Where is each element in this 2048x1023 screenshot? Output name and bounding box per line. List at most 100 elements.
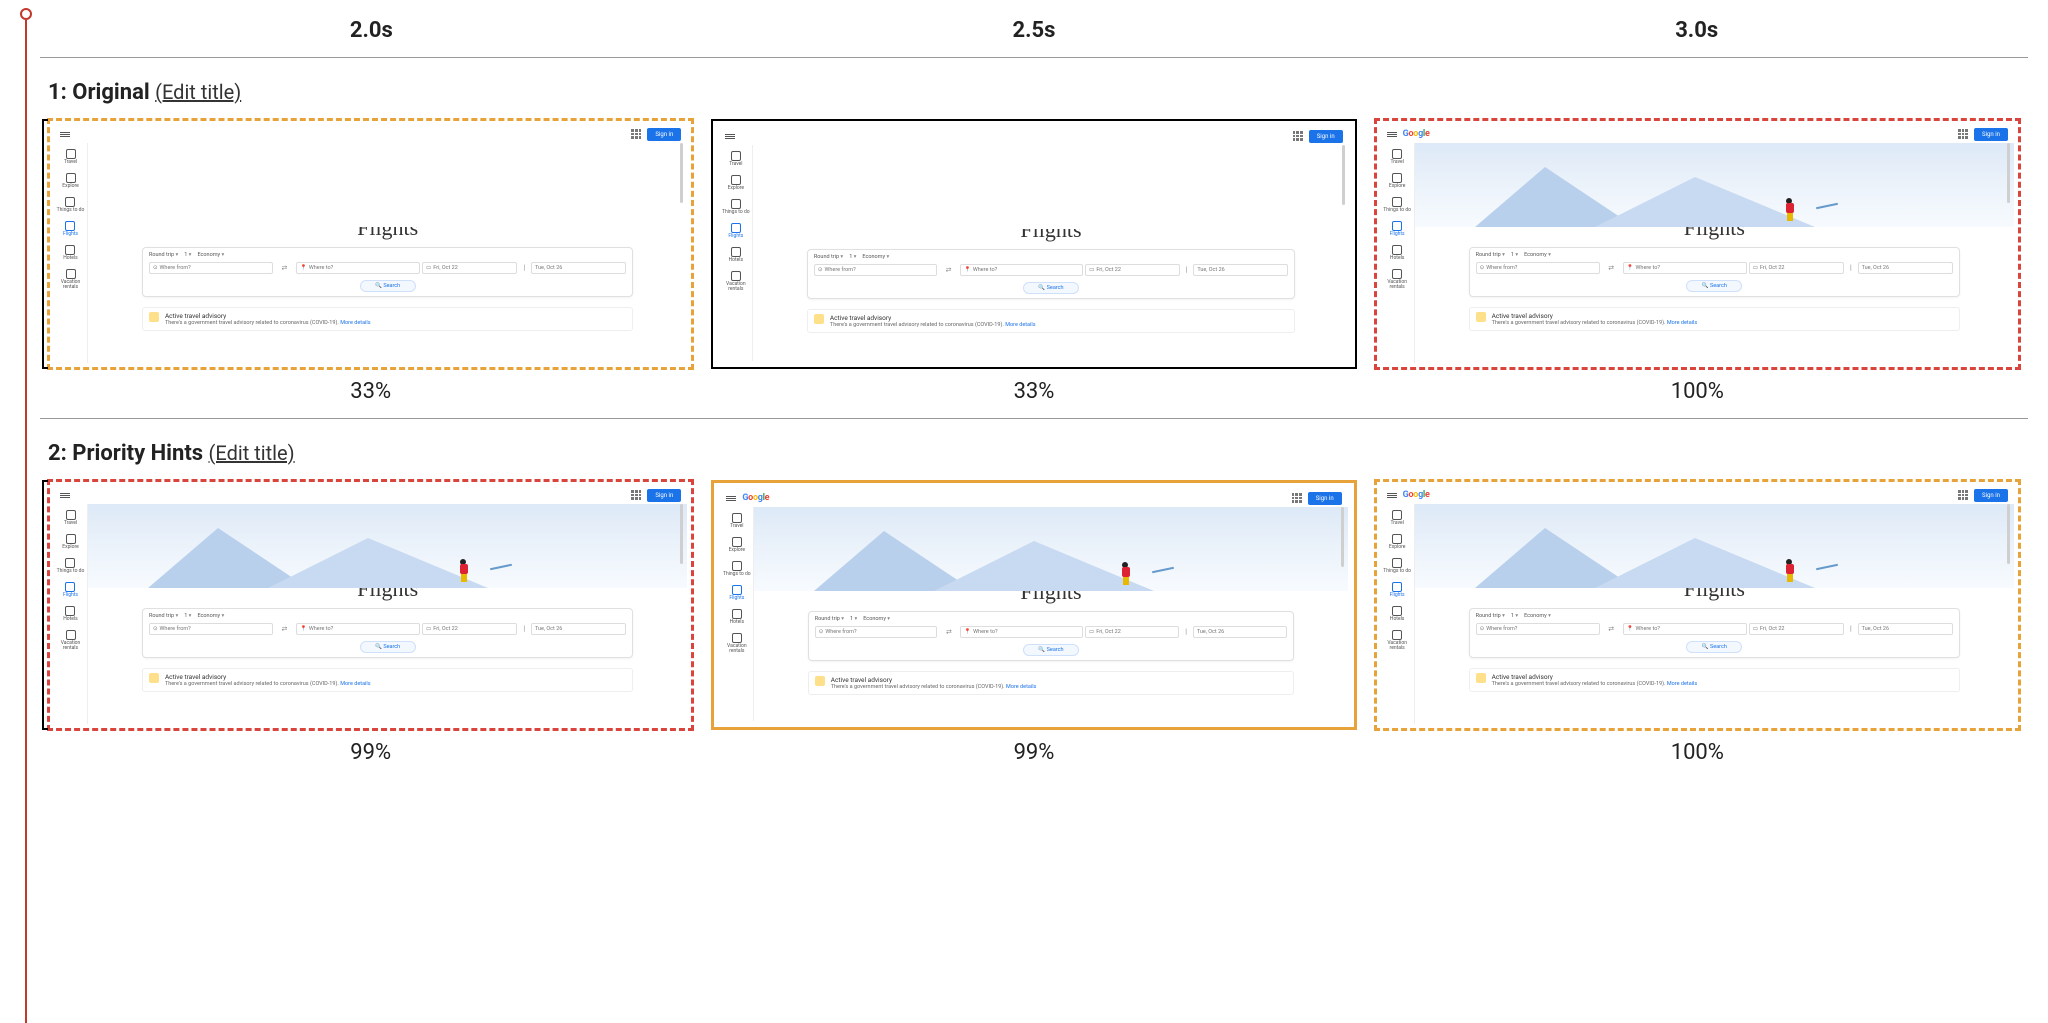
sidebar-item[interactable]: Explore xyxy=(729,537,746,553)
return-date-input[interactable]: Tue, Oct 26 xyxy=(1193,626,1287,638)
trip-type-select[interactable]: Round trip xyxy=(1476,613,1505,619)
screenshot-thumbnail[interactable]: Google Sign in TravelExploreThings to do… xyxy=(1375,119,2020,369)
scrollbar[interactable] xyxy=(1342,145,1345,205)
sidebar-item[interactable]: Hotels xyxy=(1390,606,1405,622)
where-from-input[interactable]: ⊙ Where from? xyxy=(815,626,938,638)
sidebar-item[interactable]: Flights xyxy=(63,582,78,598)
search-button[interactable]: 🔍 Search xyxy=(360,641,416,653)
depart-date-input[interactable]: ▭ Fri, Oct 22 xyxy=(1749,623,1844,635)
apps-grid-icon[interactable] xyxy=(631,129,641,139)
advisory-link[interactable]: More details xyxy=(1667,681,1697,687)
where-from-input[interactable]: ⊙ Where from? xyxy=(149,623,273,635)
hamburger-icon[interactable] xyxy=(60,132,70,137)
passengers-select[interactable]: 1 xyxy=(849,254,856,260)
hamburger-icon[interactable] xyxy=(725,134,735,139)
swap-icon[interactable]: ⇄ xyxy=(939,626,958,638)
search-button[interactable]: 🔍 Search xyxy=(1023,282,1079,294)
sign-in-button[interactable]: Sign in xyxy=(1974,489,2008,502)
search-button[interactable]: 🔍 Search xyxy=(1023,644,1079,656)
sidebar-item[interactable]: Vacation rentals xyxy=(1383,269,1412,290)
sign-in-button[interactable]: Sign in xyxy=(647,489,681,502)
sidebar-item[interactable]: Things to do xyxy=(57,558,85,574)
cabin-select[interactable]: Economy xyxy=(1524,252,1551,258)
sidebar-item[interactable]: Explore xyxy=(62,534,79,550)
sidebar-item[interactable]: Hotels xyxy=(63,245,78,261)
apps-grid-icon[interactable] xyxy=(1958,490,1968,500)
cabin-select[interactable]: Economy xyxy=(197,613,224,619)
trip-type-select[interactable]: Round trip xyxy=(815,616,844,622)
return-date-input[interactable]: Tue, Oct 26 xyxy=(1858,623,1953,635)
sidebar-item[interactable]: Flights xyxy=(1390,582,1405,598)
cabin-select[interactable]: Economy xyxy=(1524,613,1551,619)
where-to-input[interactable]: 📍 Where to? xyxy=(960,264,1083,276)
swap-icon[interactable]: ⇄ xyxy=(275,623,294,635)
sidebar-item[interactable]: Travel xyxy=(1390,149,1403,165)
sidebar-item[interactable]: Things to do xyxy=(1383,197,1411,213)
depart-date-input[interactable]: ▭ Fri, Oct 22 xyxy=(1749,262,1844,274)
cabin-select[interactable]: Economy xyxy=(862,254,889,260)
depart-date-input[interactable]: ▭ Fri, Oct 22 xyxy=(1085,264,1180,276)
trip-type-select[interactable]: Round trip xyxy=(814,254,843,260)
apps-grid-icon[interactable] xyxy=(631,490,641,500)
sidebar-item[interactable]: Flights xyxy=(1390,221,1405,237)
sidebar-item[interactable]: Vacation rentals xyxy=(56,269,85,290)
sidebar-item[interactable]: Vacation rentals xyxy=(1383,630,1412,651)
swap-icon[interactable]: ⇄ xyxy=(1602,623,1621,635)
sidebar-item[interactable]: Explore xyxy=(1389,534,1406,550)
sidebar-item[interactable]: Flights xyxy=(729,585,744,601)
advisory-link[interactable]: More details xyxy=(1006,684,1036,690)
advisory-link[interactable]: More details xyxy=(340,681,370,687)
advisory-link[interactable]: More details xyxy=(340,320,370,326)
return-date-input[interactable]: Tue, Oct 26 xyxy=(531,623,626,635)
sidebar-item[interactable]: Travel xyxy=(64,149,77,165)
cabin-select[interactable]: Economy xyxy=(197,252,224,258)
where-from-input[interactable]: ⊙ Where from? xyxy=(1476,262,1600,274)
sidebar-item[interactable]: Explore xyxy=(1389,173,1406,189)
sidebar-item[interactable]: Flights xyxy=(63,221,78,237)
passengers-select[interactable]: 1 xyxy=(184,252,191,258)
trip-type-select[interactable]: Round trip xyxy=(149,252,178,258)
sidebar-item[interactable]: Things to do xyxy=(723,561,751,577)
trip-type-select[interactable]: Round trip xyxy=(149,613,178,619)
sidebar-item[interactable]: Hotels xyxy=(730,609,745,625)
where-to-input[interactable]: 📍 Where to? xyxy=(1623,262,1747,274)
apps-grid-icon[interactable] xyxy=(1292,493,1302,503)
sidebar-item[interactable]: Hotels xyxy=(63,606,78,622)
where-from-input[interactable]: ⊙ Where from? xyxy=(149,262,273,274)
hamburger-icon[interactable] xyxy=(726,496,736,501)
search-button[interactable]: 🔍 Search xyxy=(1686,280,1742,292)
apps-grid-icon[interactable] xyxy=(1958,129,1968,139)
scrollbar[interactable] xyxy=(2007,504,2010,564)
sign-in-button[interactable]: Sign in xyxy=(1308,492,1342,505)
sidebar-item[interactable]: Explore xyxy=(62,173,79,189)
sign-in-button[interactable]: Sign in xyxy=(1309,130,1343,143)
passengers-select[interactable]: 1 xyxy=(184,613,191,619)
hamburger-icon[interactable] xyxy=(1387,493,1397,498)
sidebar-item[interactable]: Things to do xyxy=(722,199,750,215)
sidebar-item[interactable]: Flights xyxy=(728,223,743,239)
depart-date-input[interactable]: ▭ Fri, Oct 22 xyxy=(422,262,517,274)
search-button[interactable]: 🔍 Search xyxy=(360,280,416,292)
passengers-select[interactable]: 1 xyxy=(1511,252,1518,258)
return-date-input[interactable]: Tue, Oct 26 xyxy=(1858,262,1953,274)
sidebar-item[interactable]: Explore xyxy=(728,175,745,191)
advisory-link[interactable]: More details xyxy=(1667,320,1697,326)
search-button[interactable]: 🔍 Search xyxy=(1686,641,1742,653)
sidebar-item[interactable]: Things to do xyxy=(1383,558,1411,574)
scrollbar[interactable] xyxy=(680,143,683,203)
sign-in-button[interactable]: Sign in xyxy=(647,128,681,141)
swap-icon[interactable]: ⇄ xyxy=(1602,262,1621,274)
screenshot-thumbnail[interactable]: Google Sign in TravelExploreThings to do… xyxy=(1375,480,2020,730)
sidebar-item[interactable]: Vacation rentals xyxy=(721,271,750,292)
where-from-input[interactable]: ⊙ Where from? xyxy=(1476,623,1600,635)
scrollbar[interactable] xyxy=(680,504,683,564)
return-date-input[interactable]: Tue, Oct 26 xyxy=(1193,264,1288,276)
sidebar-item[interactable]: Travel xyxy=(64,510,77,526)
screenshot-thumbnail[interactable]: Sign in Travel Explore Things to do Flights… xyxy=(711,119,1356,369)
screenshot-thumbnail[interactable]: Sign in TravelExploreThings to doFlights… xyxy=(48,119,693,369)
sidebar-item[interactable]: Travel xyxy=(729,151,742,167)
sidebar-item[interactable]: Travel xyxy=(1390,510,1403,526)
swap-icon[interactable]: ⇄ xyxy=(939,264,958,276)
advisory-link[interactable]: More details xyxy=(1005,322,1035,328)
where-from-input[interactable]: ⊙ Where from? xyxy=(814,264,937,276)
